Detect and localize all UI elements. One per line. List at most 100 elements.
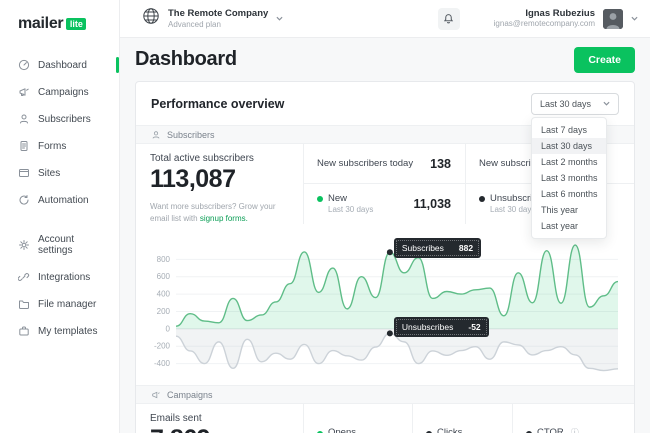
emails-sent-value: 7,869	[150, 425, 289, 433]
period-option[interactable]: Last 2 months	[532, 154, 606, 170]
sidebar-nav-primary: Dashboard Campaigns Subscribers Forms Si…	[0, 53, 119, 212]
stat-label: New subscribers today	[317, 158, 413, 169]
sidebar: mailer lite Dashboard Campaigns Subscrib…	[0, 0, 120, 433]
sidebar-item-label: Subscribers	[38, 114, 91, 125]
emails-sent-label: Emails sent	[150, 413, 289, 424]
sidebar-item-account-settings[interactable]: Account settings	[0, 228, 119, 262]
sidebar-item-subscribers[interactable]: Subscribers	[0, 107, 119, 131]
total-subscribers-label: Total active subscribers	[150, 153, 289, 164]
chart-tooltip-unsubscribes: Unsubscribes -52	[394, 317, 489, 337]
folder-icon	[18, 298, 30, 310]
card-title: Performance overview	[151, 97, 284, 111]
period-select-value: Last 30 days	[540, 99, 591, 109]
user-email: ignas@remotecompany.com	[494, 19, 595, 29]
page-title: Dashboard	[135, 48, 237, 71]
period-option[interactable]: Last year	[532, 218, 606, 234]
sidebar-item-label: Dashboard	[38, 60, 87, 71]
sidebar-nav-secondary: Account settings Integrations File manag…	[0, 228, 119, 343]
period-dropdown-menu: Last 7 days Last 30 days Last 2 months L…	[531, 117, 607, 239]
gear-icon	[18, 239, 30, 251]
logo-text: mailer	[18, 15, 63, 33]
info-icon[interactable]: ⓘ	[571, 428, 579, 433]
subscribers-chart: 8006004002000-200-400 Subscribes 882 Uns…	[148, 236, 626, 385]
browser-icon	[18, 167, 30, 179]
stat-label: New	[328, 193, 347, 205]
green-dot	[317, 196, 323, 202]
dashboard-icon	[18, 59, 30, 71]
svg-text:200: 200	[157, 307, 171, 316]
section-label: Campaigns	[167, 390, 213, 400]
performance-overview-card: Performance overview Last 30 days Last 7…	[135, 81, 635, 433]
stat-label: Clicks	[437, 427, 462, 433]
svg-text:-200: -200	[154, 342, 171, 351]
refresh-icon	[18, 194, 30, 206]
person-icon	[18, 113, 30, 125]
svg-text:400: 400	[157, 290, 171, 299]
sidebar-item-automation[interactable]: Automation	[0, 188, 119, 212]
megaphone-icon	[18, 86, 30, 98]
sidebar-item-label: My templates	[38, 326, 97, 337]
total-subscribers-cell: Total active subscribers 113,087 Want mo…	[136, 144, 303, 224]
active-indicator	[116, 57, 119, 73]
sidebar-item-campaigns[interactable]: Campaigns	[0, 80, 119, 104]
sidebar-item-sites[interactable]: Sites	[0, 161, 119, 185]
campaigns-stats: Emails sent 7,869 Opens Last 30 days 4,2…	[136, 404, 634, 433]
period-option[interactable]: Last 6 months	[532, 186, 606, 202]
logo-badge: lite	[66, 18, 86, 30]
person-icon	[151, 130, 161, 140]
campaigns-section-header: Campaigns	[136, 385, 634, 404]
sidebar-item-label: Account settings	[38, 234, 111, 256]
notifications-button[interactable]	[438, 8, 460, 30]
total-subscribers-value: 113,087	[150, 165, 289, 194]
logo[interactable]: mailer lite	[0, 0, 119, 33]
new-subscribers-today-cell: New subscribers today 138	[303, 144, 465, 184]
bell-icon	[443, 13, 454, 24]
svg-text:600: 600	[157, 272, 171, 281]
chevron-down-icon[interactable]	[631, 16, 638, 21]
period-option[interactable]: Last 3 months	[532, 170, 606, 186]
new-last-30-cell: New Last 30 days 11,038	[303, 184, 465, 224]
stat-period: Last 30 days	[328, 205, 373, 215]
create-button[interactable]: Create	[574, 47, 635, 73]
period-option[interactable]: Last 7 days	[532, 122, 606, 138]
period-option-selected[interactable]: Last 30 days	[532, 138, 606, 154]
workspace-plan: Advanced plan	[168, 20, 268, 30]
megaphone-icon	[151, 390, 161, 400]
sidebar-item-label: Forms	[38, 141, 66, 152]
period-select[interactable]: Last 30 days	[531, 93, 619, 115]
form-icon	[18, 140, 30, 152]
globe-icon	[142, 7, 160, 30]
link-icon	[18, 271, 30, 283]
sidebar-item-label: Campaigns	[38, 87, 89, 98]
clicks-cell: Clicks Last 30 days 1,422	[412, 404, 512, 433]
svg-text:-400: -400	[154, 359, 171, 368]
sidebar-item-label: File manager	[38, 299, 96, 310]
chart-tooltip-subscribes: Subscribes 882	[394, 238, 481, 258]
signup-forms-link[interactable]: signup forms.	[200, 214, 248, 223]
sidebar-item-label: Sites	[38, 168, 60, 179]
sidebar-item-label: Automation	[38, 195, 89, 206]
sidebar-item-label: Integrations	[38, 272, 90, 283]
stat-value: 11,038	[413, 197, 451, 211]
workspace-name: The Remote Company	[168, 8, 268, 20]
sidebar-item-integrations[interactable]: Integrations	[0, 265, 119, 289]
chevron-down-icon	[603, 101, 610, 106]
avatar[interactable]	[603, 9, 623, 29]
section-label: Subscribers	[167, 130, 215, 140]
workspace-selector[interactable]: The Remote Company Advanced plan	[142, 7, 283, 30]
stat-label: Opens	[328, 427, 356, 433]
area-chart-svg[interactable]: 8006004002000-200-400	[148, 236, 622, 385]
stat-value: 138	[430, 157, 451, 171]
sidebar-item-file-manager[interactable]: File manager	[0, 292, 119, 316]
briefcase-icon	[18, 325, 30, 337]
sidebar-item-forms[interactable]: Forms	[0, 134, 119, 158]
sidebar-item-my-templates[interactable]: My templates	[0, 319, 119, 343]
user-name: Ignas Rubezius	[494, 8, 595, 20]
opens-cell: Opens Last 30 days 4,200	[303, 404, 412, 433]
period-option[interactable]: This year	[532, 202, 606, 218]
sidebar-item-dashboard[interactable]: Dashboard	[0, 53, 119, 77]
main-content: Dashboard Create Performance overview La…	[120, 38, 650, 433]
dark-dot	[479, 196, 485, 202]
svg-text:0: 0	[166, 324, 171, 333]
subscribers-hint: Want more subscribers? Grow your email l…	[150, 201, 289, 224]
